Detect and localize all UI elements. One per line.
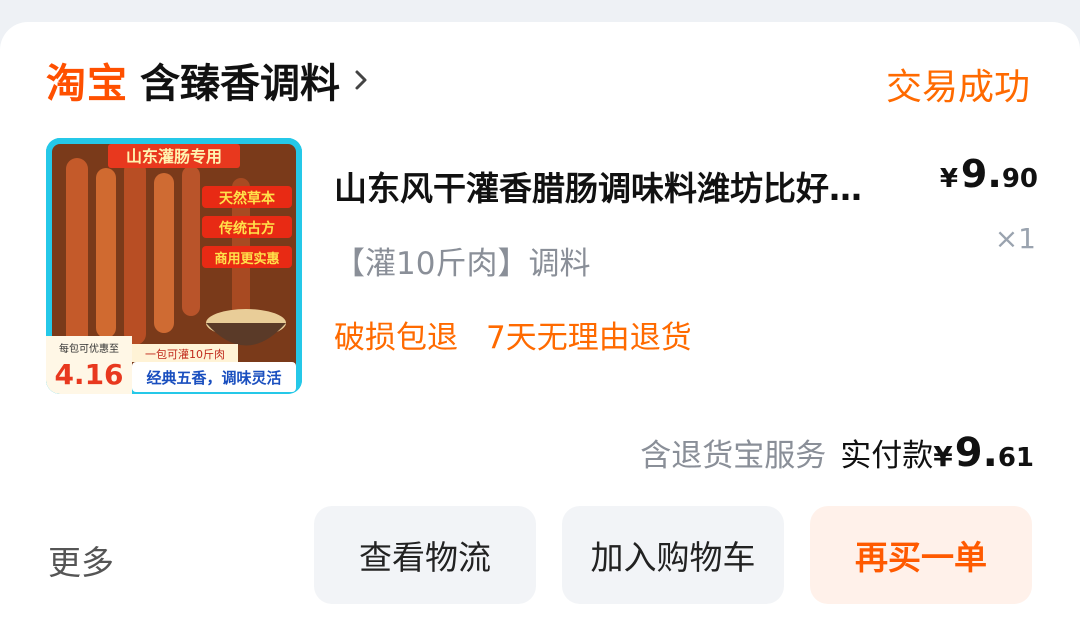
product-price: ¥ 9. 90 xyxy=(940,152,1038,196)
shop-name[interactable]: 含臻香调料 xyxy=(140,51,340,109)
chevron-right-icon[interactable] xyxy=(350,69,372,91)
payment-summary: 含退货宝服务 实付款 ¥ 9. 61 xyxy=(640,430,1034,476)
paid-currency: ¥ xyxy=(933,440,953,473)
price-decimal: 90 xyxy=(1001,164,1038,194)
image-badge-1: 天然草本 xyxy=(219,190,276,207)
price-currency: ¥ xyxy=(939,164,958,194)
buy-again-button[interactable]: 再买一单 xyxy=(810,506,1032,604)
add-to-cart-button[interactable]: 加入购物车 xyxy=(562,506,784,604)
image-banner-text: 山东灌肠专用 xyxy=(126,147,222,166)
image-slogan: 经典五香，调味灵活 xyxy=(146,369,281,387)
price-integer: 9. xyxy=(960,152,1002,196)
more-button[interactable]: 更多 xyxy=(48,536,114,584)
image-badge-2: 传统古方 xyxy=(218,220,275,237)
product-sku: 【灌10斤肉】调料 xyxy=(334,246,591,282)
tag-damage-refund: 破损包退 xyxy=(334,320,458,356)
tag-7day-return: 7天无理由退货 xyxy=(486,320,692,356)
product-image[interactable]: 山东灌肠专用 天然草本 传统古方 商用更实惠 每包可优惠至 4.16 一包可灌1… xyxy=(46,138,302,394)
image-note: 一包可灌10斤肉 xyxy=(145,348,225,361)
image-promo-label: 每包可优惠至 xyxy=(59,342,119,355)
product-title[interactable]: 山东风干灌香腊肠调味料潍坊比好… xyxy=(334,162,924,210)
paid-label: 实付款 xyxy=(840,438,934,474)
product-quantity: ×1 xyxy=(994,222,1036,255)
image-promo-value: 4.16 xyxy=(54,358,123,391)
paid-integer: 9. xyxy=(954,430,998,476)
image-badge-3: 商用更实惠 xyxy=(214,251,279,267)
service-tags: 破损包退 7天无理由退货 xyxy=(334,312,692,357)
order-status: 交易成功 xyxy=(885,67,1030,108)
paid-decimal: 61 xyxy=(997,443,1034,473)
shop-header[interactable]: 淘宝 含臻香调料 xyxy=(46,51,372,109)
return-insurance-label: 含退货宝服务 xyxy=(640,438,827,474)
taobao-logo: 淘宝 xyxy=(46,61,128,107)
order-card: 淘宝 含臻香调料 交易成功 山东灌肠专用 天然草本 传统古方 商用更实惠 每包可… xyxy=(0,22,1080,638)
view-logistics-button[interactable]: 查看物流 xyxy=(314,506,536,604)
